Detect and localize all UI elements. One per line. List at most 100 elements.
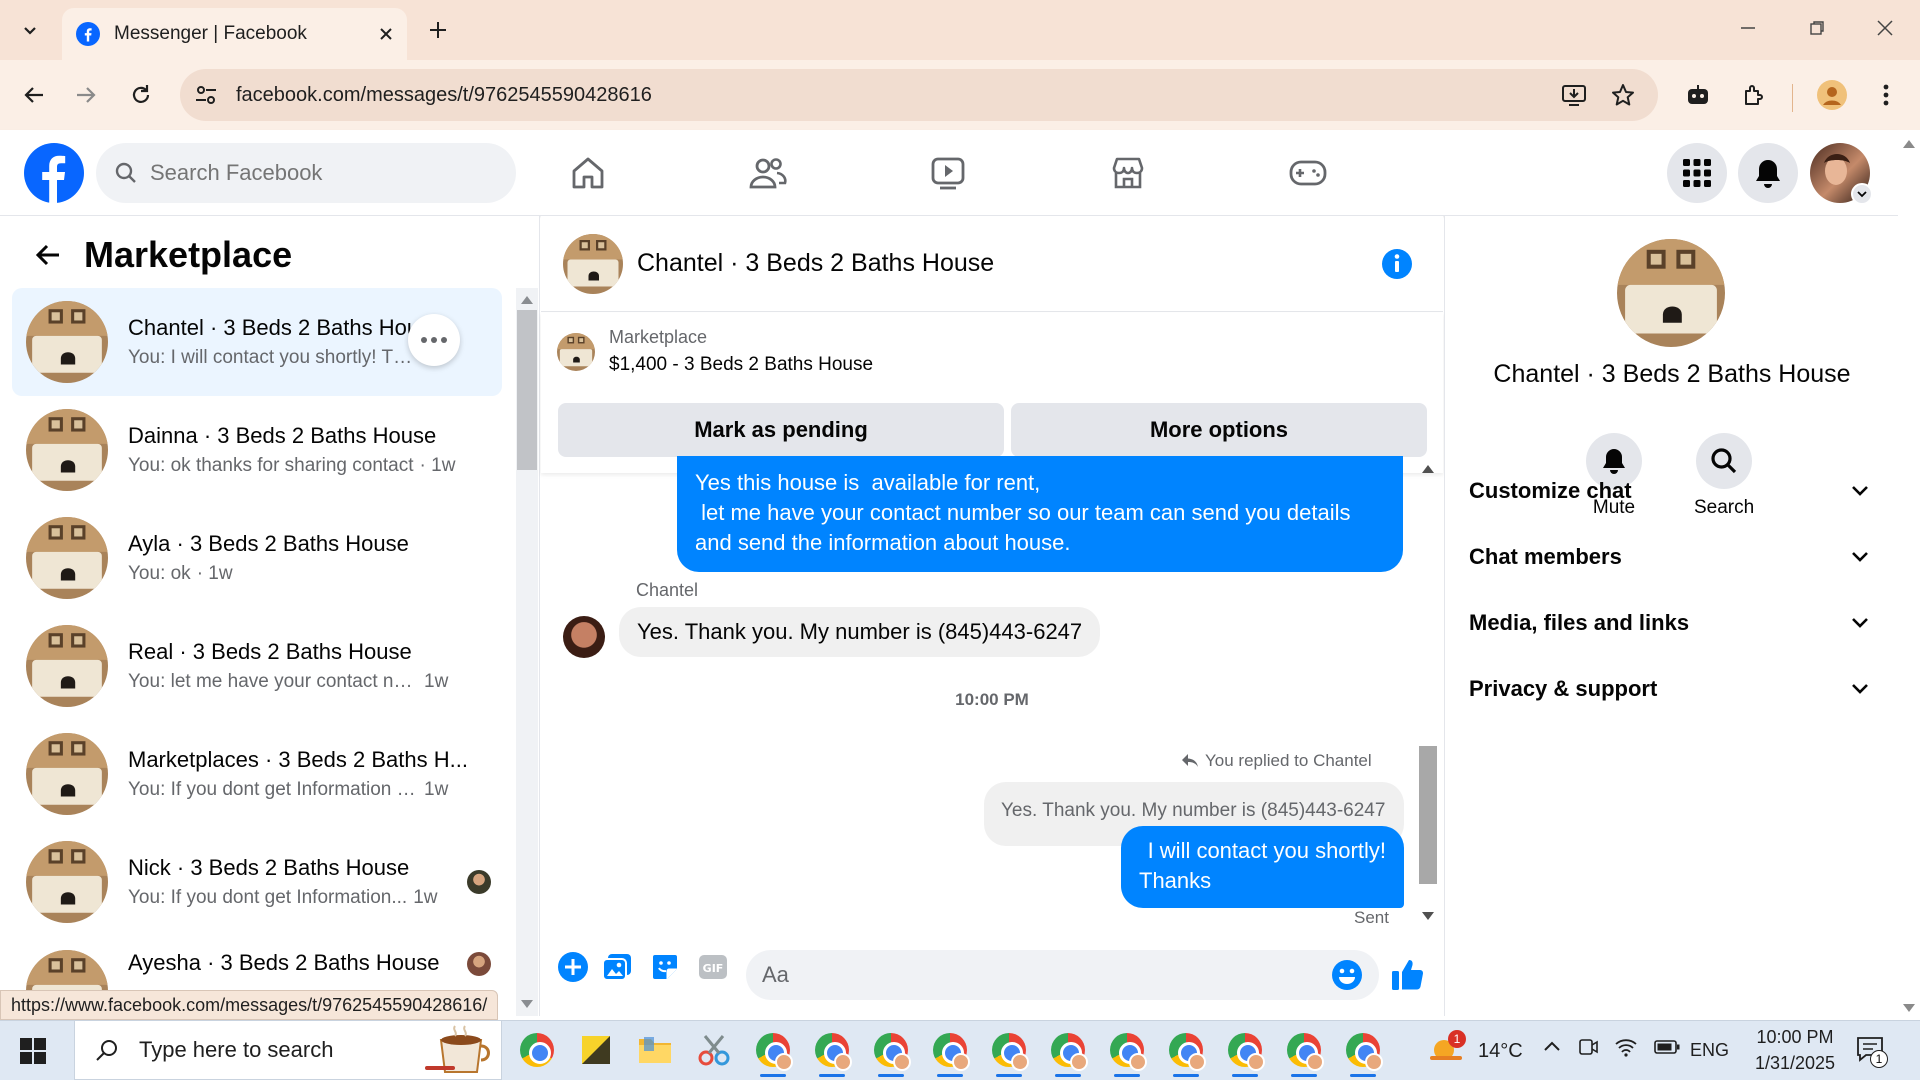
taskbar-chrome-window[interactable] bbox=[1338, 1021, 1388, 1079]
site-info-icon[interactable] bbox=[194, 83, 218, 107]
taskbar-chrome-window[interactable] bbox=[1043, 1021, 1093, 1079]
chat-info-section[interactable]: Chat members bbox=[1469, 527, 1869, 587]
address-bar[interactable]: facebook.com/messages/t/9762545590428616 bbox=[180, 69, 1658, 121]
taskbar-chrome-window[interactable] bbox=[1161, 1021, 1211, 1079]
start-button[interactable] bbox=[20, 1038, 46, 1064]
listing-info[interactable]: Marketplace $1,400 - 3 Beds 2 Baths Hous… bbox=[557, 327, 873, 376]
account-chevron[interactable] bbox=[1851, 183, 1873, 205]
taskbar-chrome-window[interactable] bbox=[748, 1021, 798, 1079]
menu-button[interactable] bbox=[1667, 143, 1727, 203]
more-options-button[interactable]: More options bbox=[1011, 403, 1427, 457]
taskbar-chrome-window[interactable] bbox=[1220, 1021, 1270, 1079]
nav-video[interactable] bbox=[888, 143, 1008, 203]
conversation-scrollbar[interactable] bbox=[516, 288, 538, 1016]
taskbar-clock[interactable]: 10:00 PM 1/31/2025 bbox=[1740, 1024, 1850, 1076]
gemini-button[interactable] bbox=[1678, 75, 1718, 115]
gif-button[interactable]: GIF bbox=[689, 954, 737, 980]
nav-gaming[interactable] bbox=[1248, 143, 1368, 203]
listing-bar: Marketplace $1,400 - 3 Beds 2 Baths Hous… bbox=[541, 313, 1443, 473]
back-button[interactable] bbox=[14, 75, 54, 115]
wifi-icon[interactable] bbox=[1614, 1037, 1638, 1057]
scroll-up-icon[interactable] bbox=[1422, 465, 1434, 473]
message-in-1[interactable]: Yes. Thank you. My number is (845)443-62… bbox=[619, 607, 1101, 657]
nav-marketplace[interactable] bbox=[1068, 143, 1188, 203]
message-out-1[interactable]: Yes this house is available for rent, le… bbox=[677, 456, 1403, 572]
scroll-up-icon[interactable] bbox=[521, 296, 533, 304]
listing-source: Marketplace bbox=[609, 327, 708, 347]
minimize-window-button[interactable] bbox=[1728, 8, 1768, 48]
facebook-logo[interactable] bbox=[24, 143, 84, 203]
chat-scrollbar[interactable] bbox=[1417, 459, 1439, 926]
scrollbar-thumb[interactable] bbox=[517, 310, 537, 470]
forward-button[interactable] bbox=[66, 75, 106, 115]
bookmark-button[interactable] bbox=[1603, 75, 1643, 115]
close-tab-icon[interactable] bbox=[379, 27, 393, 41]
mark-as-pending-button[interactable]: Mark as pending bbox=[558, 403, 1004, 457]
chat-avatar[interactable] bbox=[563, 233, 623, 294]
conversation-item[interactable]: Marketplaces · 3 Beds 2 Baths H... You: I… bbox=[12, 720, 502, 828]
scroll-up-icon[interactable] bbox=[1903, 140, 1915, 148]
chat-info-section[interactable]: Media, files and links bbox=[1469, 593, 1869, 653]
weather-temp[interactable]: 14°C bbox=[1478, 1040, 1523, 1063]
conversation-text: Ayla · 3 Beds 2 Baths House You: ok · 1w bbox=[128, 531, 478, 585]
extensions-button[interactable] bbox=[1734, 75, 1774, 115]
attach-photo-button[interactable] bbox=[593, 953, 641, 981]
message-out-2[interactable]: I will contact you shortly! Thanks bbox=[1121, 826, 1404, 908]
conversation-item[interactable]: Dainna · 3 Beds 2 Baths House You: ok tha… bbox=[12, 396, 502, 504]
scroll-down-icon[interactable] bbox=[521, 1000, 533, 1008]
scroll-down-icon[interactable] bbox=[1422, 912, 1434, 920]
taskbar-sticky-notes[interactable] bbox=[571, 1021, 621, 1079]
taskbar-chrome-window[interactable] bbox=[1279, 1021, 1329, 1079]
conversation-more-button[interactable] bbox=[408, 314, 460, 366]
taskbar-chrome-window[interactable] bbox=[807, 1021, 857, 1079]
notifications-button[interactable] bbox=[1738, 143, 1798, 203]
more-actions-button[interactable] bbox=[553, 952, 593, 982]
taskbar-chrome-window[interactable] bbox=[925, 1021, 975, 1079]
sticker-button[interactable] bbox=[641, 953, 689, 981]
nav-friends[interactable] bbox=[708, 143, 828, 203]
taskbar-file-explorer[interactable] bbox=[630, 1021, 680, 1079]
language-indicator[interactable]: ENG bbox=[1690, 1040, 1729, 1061]
tab-search-button[interactable] bbox=[10, 10, 50, 50]
contact-avatar[interactable] bbox=[1617, 239, 1725, 347]
taskbar-chrome-window[interactable] bbox=[1102, 1021, 1152, 1079]
sender-avatar[interactable] bbox=[563, 616, 605, 658]
browser-tab-messenger[interactable]: Messenger | Facebook bbox=[62, 8, 407, 60]
restore-window-button[interactable] bbox=[1797, 8, 1837, 48]
nav-home[interactable] bbox=[528, 143, 648, 203]
message-out-1-bubble[interactable]: Yes this house is available for rent, le… bbox=[677, 456, 1403, 572]
taskbar-chrome[interactable] bbox=[512, 1021, 562, 1079]
install-app-button[interactable] bbox=[1554, 75, 1594, 115]
chat-info-section[interactable]: Privacy & support bbox=[1469, 659, 1869, 719]
chevron-up-icon[interactable] bbox=[1542, 1037, 1562, 1057]
scroll-down-icon[interactable] bbox=[1903, 1004, 1915, 1012]
taskbar-snipping-tool[interactable] bbox=[689, 1021, 739, 1079]
notification-center-button[interactable]: 1 bbox=[1856, 1036, 1888, 1068]
chat-scrollbar-thumb[interactable] bbox=[1419, 746, 1437, 884]
new-tab-button[interactable] bbox=[418, 10, 458, 50]
conversation-item[interactable]: Ayla · 3 Beds 2 Baths House You: ok · 1w bbox=[12, 504, 502, 612]
message-composer[interactable]: Aa bbox=[746, 950, 1379, 1000]
close-window-button[interactable] bbox=[1865, 8, 1905, 48]
emoji-icon[interactable] bbox=[1331, 959, 1363, 991]
conversation-item[interactable]: Nick · 3 Beds 2 Baths House You: If you d… bbox=[12, 828, 502, 936]
like-button[interactable] bbox=[1391, 958, 1425, 992]
page-scrollbar[interactable] bbox=[1898, 130, 1920, 1020]
chat-title[interactable]: Chantel · 3 Beds 2 Baths House bbox=[637, 249, 994, 278]
weather-widget[interactable]: 1 bbox=[1428, 1030, 1466, 1064]
taskbar-chrome-window[interactable] bbox=[984, 1021, 1034, 1079]
chrome-menu-button[interactable] bbox=[1866, 75, 1906, 115]
back-to-chats-button[interactable] bbox=[28, 235, 68, 275]
chrome-profile-button[interactable] bbox=[1812, 75, 1852, 115]
chat-info-button[interactable] bbox=[1381, 248, 1413, 280]
battery-icon[interactable] bbox=[1654, 1039, 1680, 1055]
meet-now-icon[interactable] bbox=[1578, 1036, 1598, 1058]
taskbar-chrome-window[interactable] bbox=[866, 1021, 916, 1079]
facebook-search-input[interactable] bbox=[150, 160, 470, 186]
chat-info-section[interactable]: Customize chat bbox=[1469, 461, 1869, 521]
facebook-search[interactable] bbox=[96, 143, 516, 203]
conversation-item[interactable]: Real · 3 Beds 2 Baths House You: let me h… bbox=[12, 612, 502, 720]
conversation-text: Real · 3 Beds 2 Baths House You: let me h… bbox=[128, 639, 478, 693]
reload-button[interactable] bbox=[121, 75, 161, 115]
taskbar-search[interactable]: Type here to search bbox=[74, 1020, 502, 1080]
